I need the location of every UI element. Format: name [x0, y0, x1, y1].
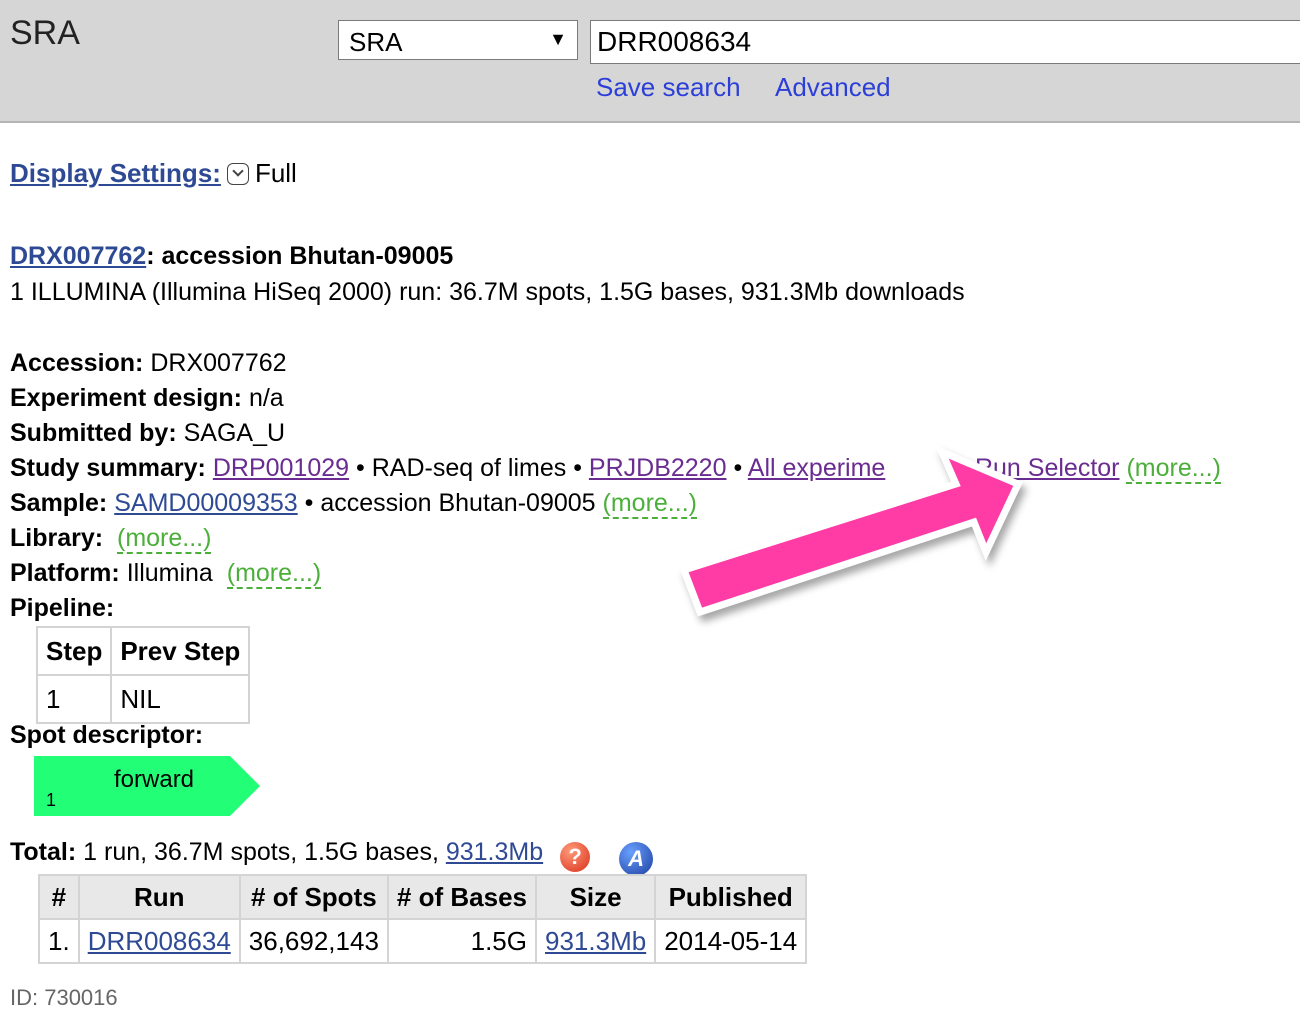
column-header: Prev Step — [110, 626, 251, 676]
total-text: 1 run, 36.7M spots, 1.5G bases, — [83, 838, 439, 866]
column-header: Published — [654, 874, 808, 920]
record-title-text: : accession Bhutan-09005 — [146, 242, 454, 270]
size-cell: 931.3Mb — [534, 918, 657, 964]
sample-title: accession Bhutan-09005 — [320, 489, 596, 517]
study-title: RAD-seq of limes — [371, 454, 567, 482]
pipeline-row: Pipeline: — [10, 594, 114, 623]
database-select-value: SRA — [349, 27, 403, 57]
spot-descriptor-row: Spot descriptor: — [10, 721, 203, 750]
separator: • — [733, 454, 743, 482]
spots-cell: 36,692,143 — [238, 918, 389, 964]
run-selector-link[interactable]: Run Selector — [975, 454, 1120, 482]
column-header: # of Bases — [386, 874, 538, 920]
library-row: Library: (more...) — [10, 524, 212, 554]
total-size-link[interactable]: 931.3Mb — [446, 838, 543, 866]
platform-row: Platform: Illumina (more...) — [10, 559, 322, 589]
column-header: Run — [77, 874, 241, 920]
dropdown-arrow-icon: ▼ — [549, 29, 567, 49]
pipeline-label: Pipeline: — [10, 594, 115, 622]
submitted-by-row: Submitted by: SAGA_U — [10, 419, 285, 448]
bases-cell: 1.5G — [386, 918, 538, 964]
runs-table: # Run # of Spots # of Bases Size Publish… — [38, 874, 808, 964]
separator: • — [573, 454, 582, 482]
help-icon[interactable]: ? — [560, 842, 591, 872]
accession-value: DRX007762 — [150, 349, 287, 377]
study-summary-row: Study summary: DRP001029 • RAD-seq of li… — [10, 454, 1221, 484]
platform-label: Platform: — [10, 559, 120, 587]
sample-accession-link[interactable]: SAMD00009353 — [114, 489, 297, 517]
submitted-by-label: Submitted by: — [10, 419, 177, 447]
record-id: ID: 730016 — [10, 985, 118, 1010]
chevron-down-icon[interactable] — [226, 163, 249, 185]
submitted-by-value: SAGA_U — [183, 419, 286, 447]
library-label: Library: — [10, 524, 104, 552]
accession-label: Accession: — [10, 349, 144, 377]
run-accession-link[interactable]: DRR008634 — [88, 926, 231, 956]
analysis-icon[interactable]: A — [619, 842, 654, 876]
advanced-search-link[interactable]: Advanced — [775, 72, 891, 103]
experiment-design-label: Experiment design: — [10, 384, 242, 412]
search-header: SRA SRA ▼ Save search Advanced — [0, 0, 1300, 123]
display-settings: Display Settings: Full — [10, 158, 297, 189]
spot-read-segment: forward 1 — [34, 756, 260, 816]
table-header-row: Step Prev Step — [35, 626, 251, 676]
sample-row: Sample: SAMD00009353 • accession Bhutan-… — [10, 489, 697, 519]
run-cell: DRR008634 — [77, 918, 241, 964]
published-cell: 2014-05-14 — [654, 918, 808, 964]
database-title: SRA — [10, 14, 80, 52]
spot-read-label: forward — [114, 766, 195, 793]
spot-read-index: 1 — [46, 790, 57, 810]
more-toggle[interactable]: (more...) — [226, 559, 322, 589]
record-title: DRX007762: accession Bhutan-09005 — [10, 242, 453, 271]
search-input[interactable] — [590, 20, 1300, 64]
total-row: Total: 1 run, 36.7M spots, 1.5G bases, 9… — [10, 838, 654, 876]
bioproject-link[interactable]: PRJDB2220 — [589, 454, 727, 482]
experiment-accession-link[interactable]: DRX007762 — [10, 242, 146, 270]
pipeline-table: Step Prev Step 1 NIL — [35, 626, 251, 724]
column-header: # — [38, 874, 80, 920]
experiment-design-row: Experiment design: n/a — [10, 384, 284, 413]
more-toggle[interactable]: (more...) — [1126, 454, 1221, 484]
record-summary: 1 ILLUMINA (Illumina HiSeq 2000) run: 36… — [10, 278, 965, 306]
run-size-link[interactable]: 931.3Mb — [545, 926, 646, 956]
more-toggle[interactable]: (more...) — [117, 524, 212, 554]
column-header: Step — [35, 626, 113, 676]
table-cell: 1 — [35, 674, 113, 724]
separator: • — [356, 454, 365, 482]
more-toggle[interactable]: (more...) — [602, 489, 697, 519]
table-cell: NIL — [110, 674, 251, 724]
separator: • — [304, 489, 314, 517]
column-header: Size — [534, 874, 657, 920]
table-row: 1. DRR008634 36,692,143 1.5G 931.3Mb 201… — [38, 918, 808, 964]
display-settings-link[interactable]: Display Settings: — [10, 158, 221, 188]
study-summary-label: Study summary: — [10, 454, 206, 482]
column-header: # of Spots — [238, 874, 389, 920]
database-select[interactable]: SRA ▼ — [338, 20, 578, 60]
accession-row: Accession: DRX007762 — [10, 349, 287, 378]
experiment-design-value: n/a — [248, 384, 284, 412]
run-index: 1. — [38, 918, 80, 964]
study-accession-link[interactable]: DRP001029 — [213, 454, 349, 482]
total-label: Total: — [10, 838, 77, 866]
sample-label: Sample: — [10, 489, 108, 517]
save-search-link[interactable]: Save search — [596, 72, 741, 103]
separator: • — [959, 454, 969, 482]
display-format-value: Full — [254, 158, 297, 188]
platform-value: Illumina — [126, 559, 213, 587]
spot-descriptor-label: Spot descriptor: — [10, 721, 204, 749]
table-row: 1 NIL — [35, 674, 251, 724]
table-header-row: # Run # of Spots # of Bases Size Publish… — [38, 874, 808, 920]
all-experiments-link[interactable]: All experime — [748, 454, 886, 482]
